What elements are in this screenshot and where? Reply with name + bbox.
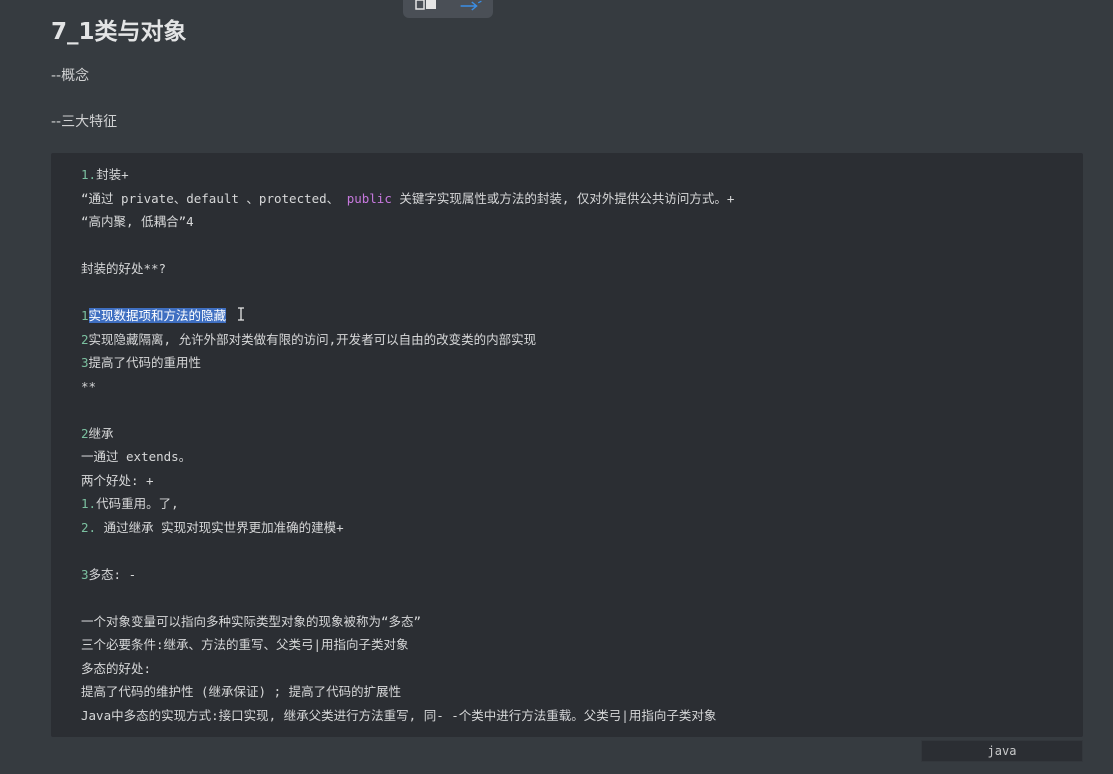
selected-text[interactable]: 实现数据项和方法的隐藏 xyxy=(88,308,227,323)
code-line: 2. 通过继承 实现对现实世界更加准确的建模+ xyxy=(81,519,344,535)
code-line: 提高了代码的维护性 (继承保证) ; 提高了代码的扩展性 xyxy=(81,684,402,699)
text-cursor-icon xyxy=(236,305,246,329)
concept-heading: --概念 xyxy=(51,68,90,84)
code-line: ** xyxy=(81,378,97,394)
code-line: “通过 private、default 、protected、 public 关… xyxy=(81,190,735,206)
code-line: Java中多态的实现方式:接口实现, 继承父类进行方法重写, 同- -个类中进行… xyxy=(81,707,717,723)
window-icon[interactable] xyxy=(414,0,438,13)
code-line: 1实现数据项和方法的隐藏 xyxy=(81,304,1063,328)
code-line: 1.封装+ xyxy=(81,167,129,182)
code-line: 1.代码重用。了, xyxy=(81,496,179,511)
features-heading: --三大特征 xyxy=(51,114,118,130)
language-selector[interactable]: java xyxy=(921,740,1083,762)
code-line: 2实现隐藏隔离, 允许外部对类做有限的访问,开发者可以自由的改变类的内部实现 xyxy=(81,331,537,347)
code-line: 2继承 xyxy=(81,425,114,441)
editor-page: 7_1类与对象 --概念 --三大特征 1.封装+ “通过 private、de… xyxy=(0,0,1113,774)
floating-toolbar xyxy=(403,0,493,18)
code-lines[interactable]: 1.封装+ “通过 private、default 、protected、 pu… xyxy=(81,163,1063,727)
code-line: 两个好处: + xyxy=(81,472,154,488)
code-line: 3提高了代码的重用性 xyxy=(81,355,202,370)
code-line: 3多态: - xyxy=(81,566,137,582)
code-line: 封装的好处**? xyxy=(81,261,167,276)
pen-icon[interactable] xyxy=(459,0,483,13)
code-block[interactable]: 1.封装+ “通过 private、default 、protected、 pu… xyxy=(51,153,1083,737)
code-line: 一个对象变量可以指向多种实际类型对象的现象被称为“多态” xyxy=(81,613,422,629)
document-title: 7_1类与对象 xyxy=(51,19,187,45)
code-line: 三个必要条件:继承、方法的重写、父类弓|用指向子类对象 xyxy=(81,637,409,652)
code-line: 多态的好处: xyxy=(81,660,152,676)
code-line: 一通过 extends。 xyxy=(81,449,192,464)
code-line: “高内聚, 低耦合”4 xyxy=(81,214,194,229)
